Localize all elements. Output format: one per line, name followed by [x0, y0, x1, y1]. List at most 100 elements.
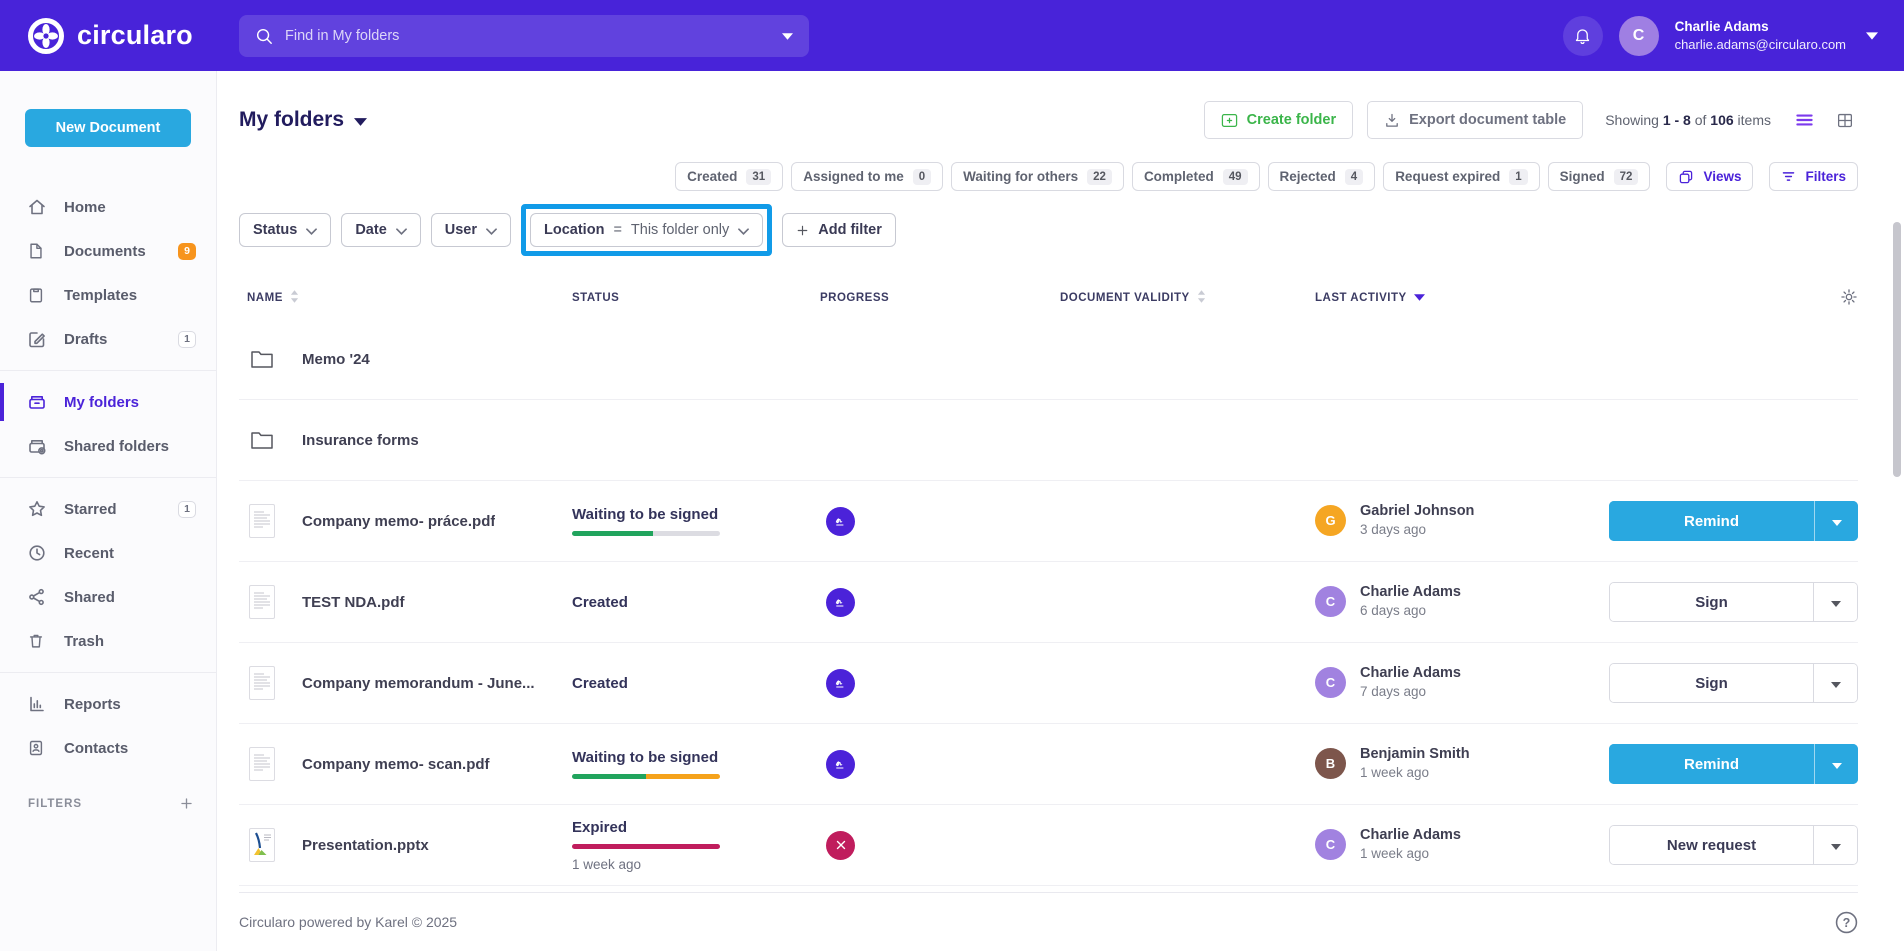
sort-icon [1197, 290, 1206, 306]
chip-count: 31 [746, 169, 771, 185]
table-body: Memo '24 Insurance forms Company memo- prá… [239, 319, 1858, 886]
status-label: Waiting to be signed [572, 749, 820, 766]
activity-time: 7 days ago [1360, 683, 1461, 702]
help-button[interactable]: ? [1835, 911, 1858, 934]
activity-time: 1 week ago [1360, 764, 1470, 783]
sidebar-item-label: Templates [64, 287, 137, 304]
row-name[interactable]: Company memo- scan.pdf [302, 756, 490, 773]
status-filter-dropdown[interactable]: Status [239, 213, 331, 247]
views-button[interactable]: Views [1666, 162, 1753, 191]
remind-dropdown-button[interactable] [1814, 744, 1858, 784]
filter-lines-icon [1781, 170, 1796, 183]
sidebar-item-templates[interactable]: Templates [0, 273, 216, 317]
column-header-name[interactable]: NAME [239, 290, 572, 306]
document-row[interactable]: Presentation.pptxExpired1 week agoCCharl… [239, 805, 1858, 886]
activity-time: 6 days ago [1360, 602, 1461, 621]
expired-progress-icon [826, 831, 855, 860]
row-name[interactable]: Memo '24 [302, 351, 370, 368]
footer-text: Circularo powered by Karel © 2025 [239, 914, 457, 930]
column-header-progress[interactable]: PROGRESS [820, 292, 1060, 304]
location-filter-dropdown[interactable]: Location = This folder only [530, 213, 763, 247]
user-filter-dropdown[interactable]: User [431, 213, 511, 247]
sidebar-item-recent[interactable]: Recent [0, 531, 216, 575]
row-name[interactable]: Company memo- práce.pdf [302, 513, 495, 530]
row-name[interactable]: TEST NDA.pdf [302, 594, 405, 611]
user-menu[interactable]: Charlie Adams charlie.adams@circularo.co… [1675, 18, 1846, 54]
notifications-button[interactable] [1563, 16, 1603, 56]
actor-name: Charlie Adams [1360, 826, 1461, 845]
drafts-icon [27, 329, 47, 349]
chip-label: Signed [1560, 169, 1605, 184]
sign-button[interactable]: Sign [1610, 583, 1813, 621]
user-menu-caret-icon[interactable] [1866, 32, 1878, 40]
chip-rejected[interactable]: Rejected4 [1268, 162, 1376, 191]
bell-icon [1573, 25, 1592, 46]
chip-assigned-to-me[interactable]: Assigned to me0 [791, 162, 943, 191]
chip-count: 1 [1509, 169, 1527, 185]
export-document-table-button[interactable]: Export document table [1367, 101, 1583, 139]
chip-count: 72 [1614, 169, 1639, 185]
column-header-document-validity[interactable]: DOCUMENT VALIDITY [1060, 290, 1315, 306]
chip-label: Waiting for others [963, 169, 1078, 184]
remind-button[interactable]: Remind [1609, 744, 1814, 784]
sidebar-item-trash[interactable]: Trash [0, 619, 216, 663]
document-row[interactable]: Company memo- práce.pdfWaiting to be sig… [239, 481, 1858, 562]
chip-created[interactable]: Created31 [675, 162, 783, 191]
new-document-button[interactable]: New Document [25, 109, 191, 147]
row-name[interactable]: Insurance forms [302, 432, 419, 449]
circularo-logo[interactable]: circularo [26, 16, 193, 56]
document-row[interactable]: Company memorandum - June...CreatedCChar… [239, 643, 1858, 724]
sidebar-item-drafts[interactable]: Drafts 1 [0, 317, 216, 361]
row-name[interactable]: Presentation.pptx [302, 837, 429, 854]
sidebar-item-starred[interactable]: Starred 1 [0, 487, 216, 531]
user-avatar[interactable]: C [1619, 16, 1659, 56]
sign-button[interactable]: Sign [1610, 664, 1813, 702]
actor-avatar: C [1315, 829, 1346, 860]
sidebar-badge: 1 [178, 331, 196, 348]
add-filter-button[interactable]: Add filter [782, 213, 896, 247]
list-view-icon [1795, 112, 1814, 128]
date-filter-dropdown[interactable]: Date [341, 213, 420, 247]
folder-row[interactable]: Memo '24 [239, 319, 1858, 400]
column-header-status[interactable]: STATUS [572, 292, 820, 304]
row-name[interactable]: Company memorandum - June... [302, 675, 535, 692]
new-request-button[interactable]: New request [1610, 826, 1813, 864]
list-view-button[interactable] [1791, 108, 1818, 132]
chip-label: Rejected [1280, 169, 1336, 184]
sign-dropdown-button[interactable] [1813, 664, 1857, 702]
chip-waiting-for-others[interactable]: Waiting for others22 [951, 162, 1124, 191]
folder-row[interactable]: Insurance forms [239, 400, 1858, 481]
views-icon [1678, 169, 1694, 185]
sidebar-divider [0, 370, 216, 371]
search-bar[interactable] [239, 15, 809, 57]
chip-signed[interactable]: Signed 72 [1548, 162, 1651, 191]
document-row[interactable]: Company memo- scan.pdf Waiting to be sign… [239, 724, 1858, 805]
filters-button[interactable]: Filters [1769, 162, 1858, 191]
grid-view-button[interactable] [1832, 108, 1858, 133]
sidebar-item-my-folders[interactable]: My folders [0, 380, 216, 424]
document-row[interactable]: TEST NDA.pdfCreatedCCharlie Adams6 days … [239, 562, 1858, 643]
vertical-scrollbar-thumb[interactable] [1893, 222, 1901, 477]
new-request-dropdown-button[interactable] [1813, 826, 1857, 864]
sidebar-item-contacts[interactable]: Contacts [0, 726, 216, 770]
page-title-dropdown[interactable]: My folders [239, 108, 367, 132]
sidebar-item-home[interactable]: Home [0, 185, 216, 229]
search-input[interactable] [285, 28, 770, 44]
create-folder-button[interactable]: Create folder [1204, 101, 1353, 139]
folder-icon [247, 430, 277, 450]
remind-button[interactable]: Remind [1609, 501, 1814, 541]
chip-completed[interactable]: Completed49 [1132, 162, 1260, 191]
table-settings-button[interactable] [1840, 288, 1858, 309]
chip-request-expired[interactable]: Request expired1 [1383, 162, 1539, 191]
remind-dropdown-button[interactable] [1814, 501, 1858, 541]
add-filter-shortcut-button[interactable] [179, 796, 194, 811]
search-scope-dropdown-icon[interactable] [782, 33, 793, 40]
sign-dropdown-button[interactable] [1813, 583, 1857, 621]
sidebar-item-shared-folders[interactable]: Shared folders [0, 424, 216, 468]
sidebar-item-reports[interactable]: Reports [0, 682, 216, 726]
column-header-last-activity[interactable]: LAST ACTIVITY [1315, 292, 1609, 304]
sidebar-item-documents[interactable]: Documents 9 [0, 229, 216, 273]
clock-icon [27, 543, 47, 563]
help-icon: ? [1835, 911, 1858, 934]
sidebar-item-shared[interactable]: Shared [0, 575, 216, 619]
